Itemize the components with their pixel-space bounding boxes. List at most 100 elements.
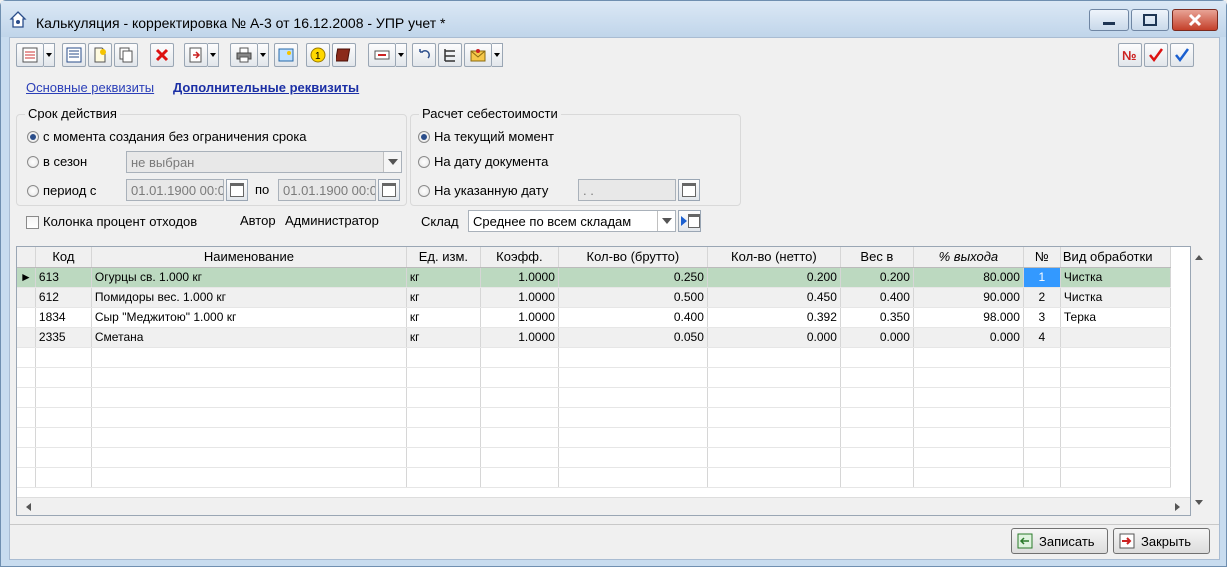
period-from-calendar-button[interactable] xyxy=(226,179,248,201)
period-to-calendar-button[interactable] xyxy=(378,179,400,201)
cell-weight[interactable]: 0.200 xyxy=(840,267,914,288)
column-header[interactable]: Наименование xyxy=(91,247,407,268)
cell-net[interactable]: 0.200 xyxy=(707,267,841,288)
delete-button[interactable] xyxy=(150,43,174,67)
tab-main-details[interactable]: Основные реквизиты xyxy=(26,80,154,95)
costing-option-specified-date[interactable]: На указанную дату xyxy=(418,183,548,198)
cell-code[interactable]: 2335 xyxy=(35,327,92,348)
cell-gross[interactable]: 0.400 xyxy=(558,307,708,328)
cell-weight[interactable]: 0.000 xyxy=(840,327,914,348)
go-to-button[interactable] xyxy=(368,43,396,67)
column-header[interactable]: Кол-во (нетто) xyxy=(707,247,841,268)
cell-net[interactable]: 0.000 xyxy=(707,327,841,348)
scroll-down-icon[interactable] xyxy=(1191,494,1208,510)
costing-option-document-date[interactable]: На дату документа xyxy=(418,154,548,169)
vertical-scrollbar[interactable] xyxy=(1191,246,1208,516)
table-row[interactable]: ► 613 Огурцы св. 1.000 кг кг 1.0000 0.25… xyxy=(17,267,1171,288)
warehouse-dropdown-arrow[interactable] xyxy=(657,211,675,231)
cell-name[interactable]: Сыр "Меджитою" 1.000 кг xyxy=(91,307,407,328)
cell-number[interactable]: 3 xyxy=(1023,307,1061,328)
form-view-button[interactable] xyxy=(62,43,86,67)
column-header[interactable]: Вид обработки xyxy=(1060,247,1171,268)
go-to-dropdown[interactable] xyxy=(396,43,407,67)
cell-code[interactable]: 613 xyxy=(35,267,92,288)
send-button[interactable] xyxy=(464,43,492,67)
close-button[interactable]: Закрыть xyxy=(1113,528,1210,554)
cell-coef[interactable]: 1.0000 xyxy=(480,267,559,288)
ingredients-table[interactable]: Код Наименование Ед. изм. Коэфф. Кол-во … xyxy=(16,246,1191,516)
table-row[interactable]: 2335 Сметана кг 1.0000 0.050 0.000 0.000… xyxy=(17,327,1171,348)
horizontal-scrollbar[interactable] xyxy=(17,497,1190,515)
cell-name[interactable]: Помидоры вес. 1.000 кг xyxy=(91,287,407,308)
cell-yield[interactable]: 80.000 xyxy=(913,267,1024,288)
cell-gross[interactable]: 0.250 xyxy=(558,267,708,288)
cell-gross[interactable]: 0.500 xyxy=(558,287,708,308)
tab-additional-details[interactable]: Дополнительные реквизиты xyxy=(173,80,359,95)
number-button[interactable]: № xyxy=(1118,43,1142,67)
column-header[interactable]: Коэфф. xyxy=(480,247,559,268)
waste-column-checkbox[interactable] xyxy=(26,216,39,229)
undo-button[interactable] xyxy=(412,43,436,67)
cell-yield[interactable]: 90.000 xyxy=(913,287,1024,308)
costing-date-input[interactable]: . . xyxy=(578,179,676,201)
table-row[interactable]: 612 Помидоры вес. 1.000 кг кг 1.0000 0.5… xyxy=(17,287,1171,308)
cell-number[interactable]: 1 xyxy=(1023,267,1061,288)
cell-process[interactable] xyxy=(1060,327,1171,348)
cell-weight[interactable]: 0.400 xyxy=(840,287,914,308)
cell-net[interactable]: 0.392 xyxy=(707,307,841,328)
actions-menu-dropdown[interactable] xyxy=(44,43,55,67)
cell-name[interactable]: Сметана xyxy=(91,327,407,348)
cell-code[interactable]: 1834 xyxy=(35,307,92,328)
print-dropdown[interactable] xyxy=(258,43,269,67)
cell-number[interactable]: 4 xyxy=(1023,327,1061,348)
season-select[interactable]: не выбран xyxy=(126,151,402,173)
cell-coef[interactable]: 1.0000 xyxy=(480,287,559,308)
validity-option-season[interactable]: в сезон xyxy=(27,154,87,169)
cell-unit[interactable]: кг xyxy=(406,287,481,308)
cell-code[interactable]: 612 xyxy=(35,287,92,308)
cell-number[interactable]: 2 xyxy=(1023,287,1061,308)
cell-process[interactable]: Терка xyxy=(1060,307,1171,328)
cell-yield[interactable]: 98.000 xyxy=(913,307,1024,328)
period-from-input[interactable]: 01.01.1900 00:00:00 xyxy=(126,179,224,201)
print-button[interactable] xyxy=(230,43,258,67)
season-dropdown-arrow[interactable] xyxy=(383,152,401,172)
table-row[interactable]: 1834 Сыр "Меджитою" 1.000 кг кг 1.0000 0… xyxy=(17,307,1171,328)
cell-unit[interactable]: кг xyxy=(406,267,481,288)
column-header[interactable]: Ед. изм. xyxy=(406,247,481,268)
post-close-button[interactable] xyxy=(1170,43,1194,67)
scroll-up-icon[interactable] xyxy=(1191,250,1208,266)
actions-menu-button[interactable] xyxy=(16,43,44,67)
cell-process[interactable]: Чистка xyxy=(1060,287,1171,308)
costing-date-calendar-button[interactable] xyxy=(678,179,700,201)
cell-net[interactable]: 0.450 xyxy=(707,287,841,308)
warehouse-open-button[interactable] xyxy=(678,210,701,232)
scroll-left-icon[interactable] xyxy=(21,498,37,516)
period-to-input[interactable]: 01.01.1900 00:00:00 xyxy=(278,179,376,201)
maximize-button[interactable] xyxy=(1131,9,1169,31)
column-header[interactable]: Кол-во (брутто) xyxy=(558,247,708,268)
column-header[interactable]: Код xyxy=(35,247,92,268)
save-button[interactable]: Записать xyxy=(1011,528,1108,554)
cell-unit[interactable]: кг xyxy=(406,307,481,328)
fill-dropdown[interactable] xyxy=(208,43,219,67)
cell-coef[interactable]: 1.0000 xyxy=(480,307,559,328)
cell-yield[interactable]: 0.000 xyxy=(913,327,1024,348)
post-button[interactable] xyxy=(1144,43,1168,67)
add-copy-button[interactable] xyxy=(88,43,112,67)
fill-button[interactable] xyxy=(184,43,208,67)
help-button[interactable] xyxy=(332,43,356,67)
validity-option-period[interactable]: период с xyxy=(27,183,96,198)
cell-unit[interactable]: кг xyxy=(406,327,481,348)
copy-button[interactable] xyxy=(114,43,138,67)
cell-weight[interactable]: 0.350 xyxy=(840,307,914,328)
cell-gross[interactable]: 0.050 xyxy=(558,327,708,348)
column-header[interactable]: Вес в xyxy=(840,247,914,268)
send-dropdown[interactable] xyxy=(492,43,503,67)
hierarchy-button[interactable] xyxy=(438,43,462,67)
scroll-right-icon[interactable] xyxy=(1169,498,1185,516)
column-header[interactable]: % выхода xyxy=(913,247,1024,268)
cell-coef[interactable]: 1.0000 xyxy=(480,327,559,348)
column-header[interactable]: № xyxy=(1023,247,1061,268)
costing-option-current[interactable]: На текущий момент xyxy=(418,129,554,144)
